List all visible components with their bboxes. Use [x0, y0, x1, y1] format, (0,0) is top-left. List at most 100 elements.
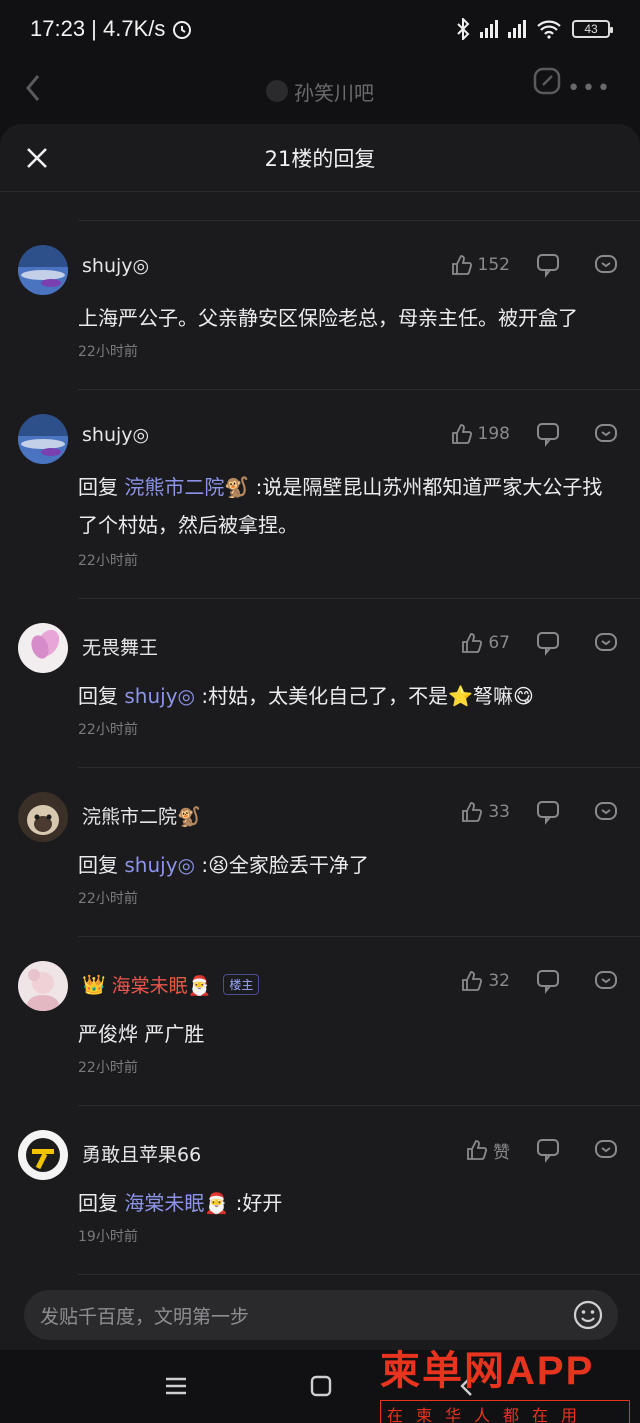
clock: 17:23	[30, 16, 86, 41]
watermark-slogan: 在柬华人都在用	[380, 1400, 630, 1423]
more-options-icon[interactable]	[592, 1136, 620, 1164]
page-header: 孙笑川吧 •••	[0, 58, 640, 124]
comment-input[interactable]: 发贴千百度，文明第一步	[24, 1290, 618, 1340]
comment-time: 22小时前	[78, 722, 138, 738]
more-options-icon[interactable]	[592, 967, 620, 995]
thumbs-up-icon	[451, 255, 472, 275]
status-bar: 17:23 | 4.7K/s 43	[0, 0, 640, 58]
input-placeholder: 发贴千百度，文明第一步	[40, 1305, 250, 1328]
more-options-icon[interactable]	[592, 420, 620, 448]
comment-content: 回复 浣熊市二院🐒 :说是隔壁昆山苏州都知道严家大公子找了个村姑，然后被拿捏。	[78, 468, 622, 544]
forum-avatar	[266, 80, 288, 102]
comment-time: 22小时前	[78, 1060, 138, 1076]
comment-content: 严俊烨 严广胜	[78, 1022, 205, 1046]
reply-icon[interactable]	[534, 967, 562, 995]
mention-link[interactable]: shujy◎	[124, 853, 195, 877]
network-speed: 4.7K/s	[103, 16, 166, 41]
sheet-header: 21楼的回复	[0, 124, 640, 192]
signal-2-icon	[508, 20, 526, 38]
comment-content: 回复 shujy◎ :村姑，太美化自己了，不是⭐弩嘛😋	[78, 677, 622, 715]
reply-icon[interactable]	[534, 1136, 562, 1164]
username[interactable]: shujy◎	[82, 255, 149, 277]
more-icon[interactable]: •••	[567, 76, 612, 101]
comment-actions: 152	[450, 251, 620, 279]
reply-sheet: 21楼的回复 shujy◎ 152 上海严公子。父亲静安区保险老总，母亲主任。被…	[0, 124, 640, 1350]
menu-nav-icon[interactable]	[164, 1374, 188, 1398]
comment-item[interactable]: shujy◎ 198 回复 浣熊市二院🐒 :说是隔壁昆山苏州都知道严家大公子找了…	[0, 390, 640, 598]
comment-time: 22小时前	[78, 553, 138, 569]
edit-icon[interactable]	[532, 66, 562, 96]
reply-keyword: 回复	[78, 1191, 118, 1215]
avatar[interactable]	[18, 623, 68, 673]
username-row: shujy◎	[82, 424, 149, 446]
crown-icon: 👑	[82, 974, 106, 996]
comment-actions: 67	[460, 629, 620, 657]
more-options-icon[interactable]	[592, 798, 620, 826]
comment-actions: 32	[460, 967, 620, 995]
like-button[interactable]: 赞	[465, 1138, 510, 1163]
like-count: 67	[488, 633, 510, 653]
close-button[interactable]	[20, 141, 54, 175]
comment-time: 19小时前	[78, 1229, 138, 1245]
reply-keyword: 回复	[78, 684, 118, 708]
more-options-icon[interactable]	[592, 629, 620, 657]
watermark-brand: 柬单网APP	[380, 1349, 595, 1393]
reply-icon[interactable]	[534, 629, 562, 657]
signal-1-icon	[480, 20, 498, 38]
username[interactable]: 浣熊市二院🐒	[82, 802, 201, 829]
comment-item[interactable]: 👑 海棠未眠🎅 楼主 32 严俊烨 严广胜 22小时前	[0, 937, 640, 1105]
avatar[interactable]	[18, 1130, 68, 1180]
like-button[interactable]: 32	[460, 969, 510, 993]
username[interactable]: shujy◎	[82, 424, 149, 446]
comment-time: 22小时前	[78, 891, 138, 907]
comment-actions: 赞	[465, 1136, 620, 1164]
comment-actions: 33	[460, 798, 620, 826]
comment-item[interactable]: shujy◎ 152 上海严公子。父亲静安区保险老总，母亲主任。被开盒了 22小…	[0, 221, 640, 389]
more-options-icon[interactable]	[592, 251, 620, 279]
like-button[interactable]: 198	[450, 422, 510, 446]
forum-title[interactable]: 孙笑川吧	[266, 77, 374, 106]
sheet-title: 21楼的回复	[264, 146, 376, 171]
like-button[interactable]: 33	[460, 800, 510, 824]
thumbs-up-icon	[462, 802, 483, 822]
reply-icon[interactable]	[534, 798, 562, 826]
avatar[interactable]	[18, 245, 68, 295]
emoji-icon[interactable]	[572, 1299, 604, 1331]
like-count: 152	[477, 255, 510, 275]
avatar[interactable]	[18, 792, 68, 842]
like-button[interactable]: 152	[450, 253, 510, 277]
username[interactable]: 无畏舞王	[82, 633, 158, 660]
reply-text: :村姑，太美化自己了，不是⭐弩嘛😋	[201, 684, 534, 708]
reply-text: :😫全家脸丢干净了	[201, 853, 369, 877]
reply-keyword: 回复	[78, 853, 118, 877]
comment-item[interactable]: 无畏舞王 67 回复 shujy◎ :村姑，太美化自己了，不是⭐弩嘛😋 22小时…	[0, 599, 640, 767]
avatar[interactable]	[18, 961, 68, 1011]
thumbs-up-icon	[462, 971, 483, 991]
mention-link[interactable]: 浣熊市二院🐒	[124, 475, 249, 499]
status-separator: |	[85, 16, 104, 41]
username[interactable]: 海棠未眠🎅	[112, 971, 212, 998]
reply-icon[interactable]	[534, 420, 562, 448]
home-nav-icon[interactable]	[309, 1374, 333, 1398]
thumbs-up-icon	[467, 1140, 488, 1160]
comment-item[interactable]: 勇敢且苹果66 赞 回复 海棠未眠🎅 :好开 19小时前	[0, 1106, 640, 1274]
reply-icon[interactable]	[534, 251, 562, 279]
back-icon[interactable]	[24, 68, 44, 108]
mention-link[interactable]: shujy◎	[124, 684, 195, 708]
comment-time: 22小时前	[78, 344, 138, 360]
mention-link[interactable]: 海棠未眠🎅	[124, 1191, 229, 1215]
username[interactable]: 勇敢且苹果66	[82, 1140, 201, 1167]
avatar[interactable]	[18, 414, 68, 464]
like-label: 赞	[493, 1142, 510, 1163]
like-count: 198	[477, 424, 510, 444]
close-icon	[27, 148, 47, 168]
like-count: 33	[488, 802, 510, 822]
comment-item[interactable]: 浣熊市二院🐒 33 回复 shujy◎ :😫全家脸丢干净了 22小时前	[0, 768, 640, 936]
comment-content: 回复 海棠未眠🎅 :好开	[78, 1184, 622, 1222]
battery-icon: 43	[572, 20, 613, 38]
forum-name: 孙笑川吧	[294, 80, 374, 105]
alarm-icon	[173, 21, 192, 39]
reply-text: :好开	[235, 1191, 283, 1215]
like-button[interactable]: 67	[460, 631, 510, 655]
comment-content: 回复 shujy◎ :😫全家脸丢干净了	[78, 846, 622, 884]
